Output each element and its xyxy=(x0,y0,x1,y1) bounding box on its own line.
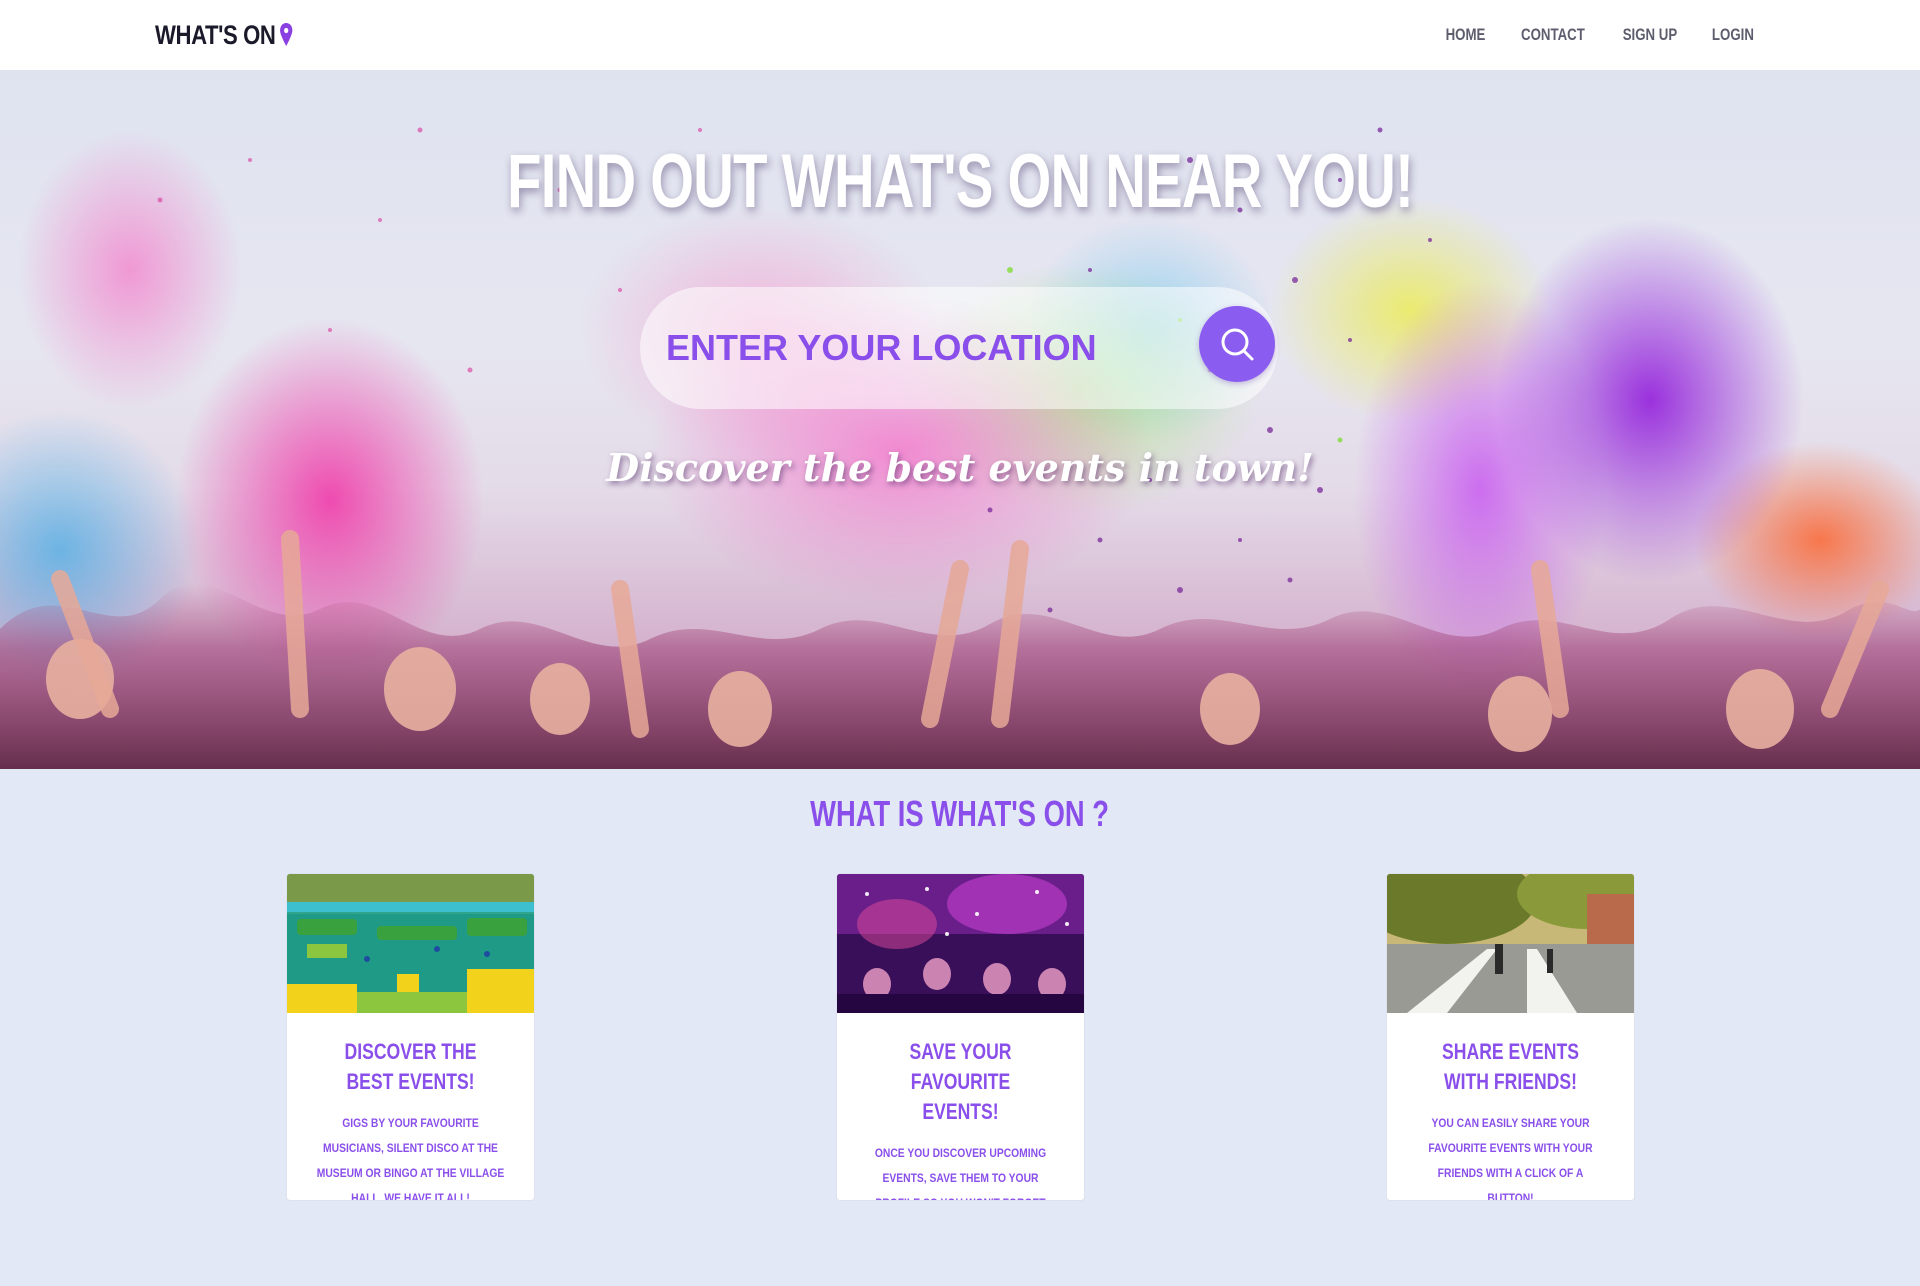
hero-tagline: Discover the best events in town! xyxy=(606,445,1314,490)
card-title: SAVE YOUR FAVOURITE EVENTS! xyxy=(909,1039,1012,1124)
navbar: WHAT'S ON HOME CONTACT SIGN UP LOGIN xyxy=(0,0,1920,70)
search-button[interactable] xyxy=(1199,306,1275,382)
card-title: DISCOVER THE BEST EVENTS! xyxy=(344,1039,477,1094)
nav-link-signup[interactable]: SIGN UP xyxy=(1623,25,1678,45)
nav-menu: HOME CONTACT SIGN UP LOGIN xyxy=(1440,25,1760,45)
search-icon xyxy=(1221,328,1254,361)
location-search-input[interactable] xyxy=(666,318,1278,378)
feature-card-share: SHARE EVENTS WITH FRIENDS! YOU CAN EASIL… xyxy=(1386,873,1635,1201)
card-description: ONCE YOU DISCOVER UPCOMING EVENTS, SAVE … xyxy=(874,1146,1047,1200)
hero-title: FIND OUT WHAT'S ON NEAR YOU! xyxy=(506,139,1414,224)
card-description: GIGS BY YOUR FAVOURITE MUSICIANS, SILENT… xyxy=(316,1116,505,1201)
feature-card-save: SAVE YOUR FAVOURITE EVENTS! ONCE YOU DIS… xyxy=(836,873,1085,1201)
card-title: SHARE EVENTS WITH FRIENDS! xyxy=(1442,1039,1579,1094)
logo-text: WHAT'S ON xyxy=(155,19,276,50)
location-search-bar xyxy=(640,287,1278,409)
nav-link-home[interactable]: HOME xyxy=(1446,25,1486,45)
about-section: WHAT IS WHAT'S ON ? DISCOVER THE BEST EV… xyxy=(0,769,1920,1286)
card-description: YOU CAN EASILY SHARE YOUR FAVOURITE EVEN… xyxy=(1428,1116,1593,1201)
site-logo[interactable]: WHAT'S ON xyxy=(155,20,294,51)
hero-section: FIND OUT WHAT'S ON NEAR YOU! Discover th… xyxy=(0,70,1920,769)
nav-link-contact[interactable]: CONTACT xyxy=(1521,25,1585,45)
party-image xyxy=(837,874,1084,1013)
waterpark-image xyxy=(287,874,534,1013)
nav-link-login[interactable]: LOGIN xyxy=(1712,25,1754,45)
dinner-event-image xyxy=(1387,874,1634,1013)
crowd-illustration xyxy=(0,530,1920,769)
feature-card-discover: DISCOVER THE BEST EVENTS! GIGS BY YOUR F… xyxy=(286,873,535,1201)
map-pin-icon xyxy=(279,23,293,46)
about-title: WHAT IS WHAT'S ON ? xyxy=(810,793,1110,834)
